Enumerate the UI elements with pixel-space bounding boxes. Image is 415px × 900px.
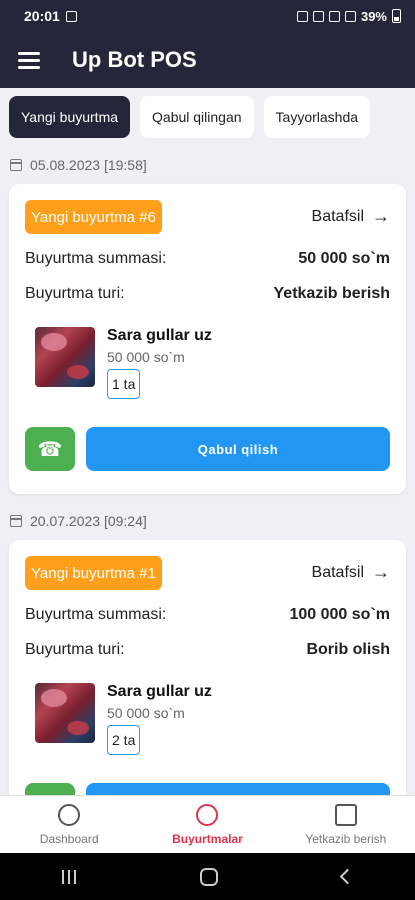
order-sum-label: Buyurtma summasi:: [25, 606, 167, 623]
nav-delivery[interactable]: Yetkazib berish: [277, 796, 415, 853]
arrow-right-icon: →: [372, 206, 390, 226]
product-quantity: 1 ta: [107, 369, 141, 399]
product-image: [35, 327, 95, 387]
tab-preparing[interactable]: Tayyorlashda: [263, 96, 371, 138]
wifi-icon: [328, 10, 340, 22]
order-status-badge: Yangi buyurtma #1: [25, 556, 162, 590]
product-price: 50 000 so`m: [107, 349, 185, 365]
order-sum-value: 50 000 so`m: [298, 250, 390, 267]
order-type-value: Yetkazib berish: [273, 285, 391, 302]
status-bar: 20:01 39%: [0, 0, 415, 32]
order-date-row: 05.08.2023 [19:58]: [10, 157, 147, 173]
home-icon[interactable]: [200, 867, 218, 886]
system-navigation-bar: [0, 853, 415, 900]
order-sum-row: Buyurtma summasi: 50 000 so`m: [25, 250, 390, 268]
app-bar: Up Bot POS: [0, 32, 415, 88]
tab-new-orders[interactable]: Yangi buyurtma: [9, 96, 131, 138]
product-name: Sara gullar uz: [107, 683, 212, 700]
order-type-label: Buyurtma turi:: [25, 285, 125, 302]
call-button[interactable]: ☎: [25, 427, 75, 471]
signal-icon: [344, 10, 356, 22]
order-date-row: 20.07.2023 [09:24]: [10, 513, 147, 529]
dashboard-icon: [58, 803, 81, 826]
product-price: 50 000 so`m: [107, 705, 185, 721]
details-label: Batafsil: [311, 207, 364, 225]
order-status-tabs: Yangi buyurtma Qabul qilingan Tayyorlash…: [0, 96, 415, 138]
order-status-badge: Yangi buyurtma #6: [25, 200, 162, 234]
order-sum-row: Buyurtma summasi: 100 000 so`m: [25, 606, 390, 624]
order-product: Sara gullar uz 50 000 so`m 2 ta: [35, 683, 212, 755]
order-type-row: Buyurtma turi: Yetkazib berish: [25, 285, 390, 303]
menu-icon[interactable]: [18, 51, 40, 69]
nav-delivery-label: Yetkazib berish: [305, 831, 387, 846]
order-card: Yangi buyurtma #6 Batafsil → Buyurtma su…: [9, 184, 406, 494]
tab-accepted[interactable]: Qabul qilingan: [140, 96, 254, 138]
back-icon[interactable]: [339, 868, 356, 885]
nav-dashboard[interactable]: Dashboard: [0, 796, 138, 853]
order-date: 05.08.2023 [19:58]: [30, 157, 147, 173]
order-type-label: Buyurtma turi:: [25, 641, 125, 658]
status-time: 20:01: [24, 8, 60, 24]
details-label: Batafsil: [311, 563, 364, 581]
calendar-icon: [10, 515, 22, 527]
details-link[interactable]: Batafsil →: [312, 562, 390, 583]
order-sum-label: Buyurtma summasi:: [25, 250, 167, 267]
accept-order-button[interactable]: Qabul qilish: [86, 427, 390, 471]
product-image: [35, 683, 95, 743]
battery-percent: 39%: [360, 8, 387, 24]
calendar-icon: [10, 159, 22, 171]
battery-icon: [392, 9, 401, 23]
nav-orders[interactable]: Buyurtmalar: [138, 796, 276, 853]
order-product: Sara gullar uz 50 000 so`m 1 ta: [35, 327, 212, 399]
delivery-icon: [334, 803, 357, 826]
details-link[interactable]: Batafsil →: [312, 206, 390, 227]
orders-icon: [196, 803, 219, 826]
product-name: Sara gullar uz: [107, 327, 212, 344]
notification-icon: [65, 10, 77, 22]
product-quantity: 2 ta: [107, 725, 141, 755]
order-date: 20.07.2023 [09:24]: [30, 513, 147, 529]
order-sum-value: 100 000 so`m: [289, 606, 390, 623]
app-title: Up Bot POS: [72, 47, 197, 72]
order-type-row: Buyurtma turi: Borib olish: [25, 641, 390, 659]
mute-icon: [312, 10, 324, 22]
arrow-right-icon: →: [372, 562, 390, 582]
bottom-navigation: Dashboard Buyurtmalar Yetkazib berish: [0, 795, 415, 853]
order-type-value: Borib olish: [306, 641, 390, 658]
nav-dashboard-label: Dashboard: [39, 831, 99, 846]
alarm-icon: [296, 10, 308, 22]
recent-apps-icon[interactable]: [62, 869, 76, 884]
phone-icon: ☎: [37, 438, 63, 461]
nav-orders-label: Buyurtmalar: [172, 831, 243, 846]
